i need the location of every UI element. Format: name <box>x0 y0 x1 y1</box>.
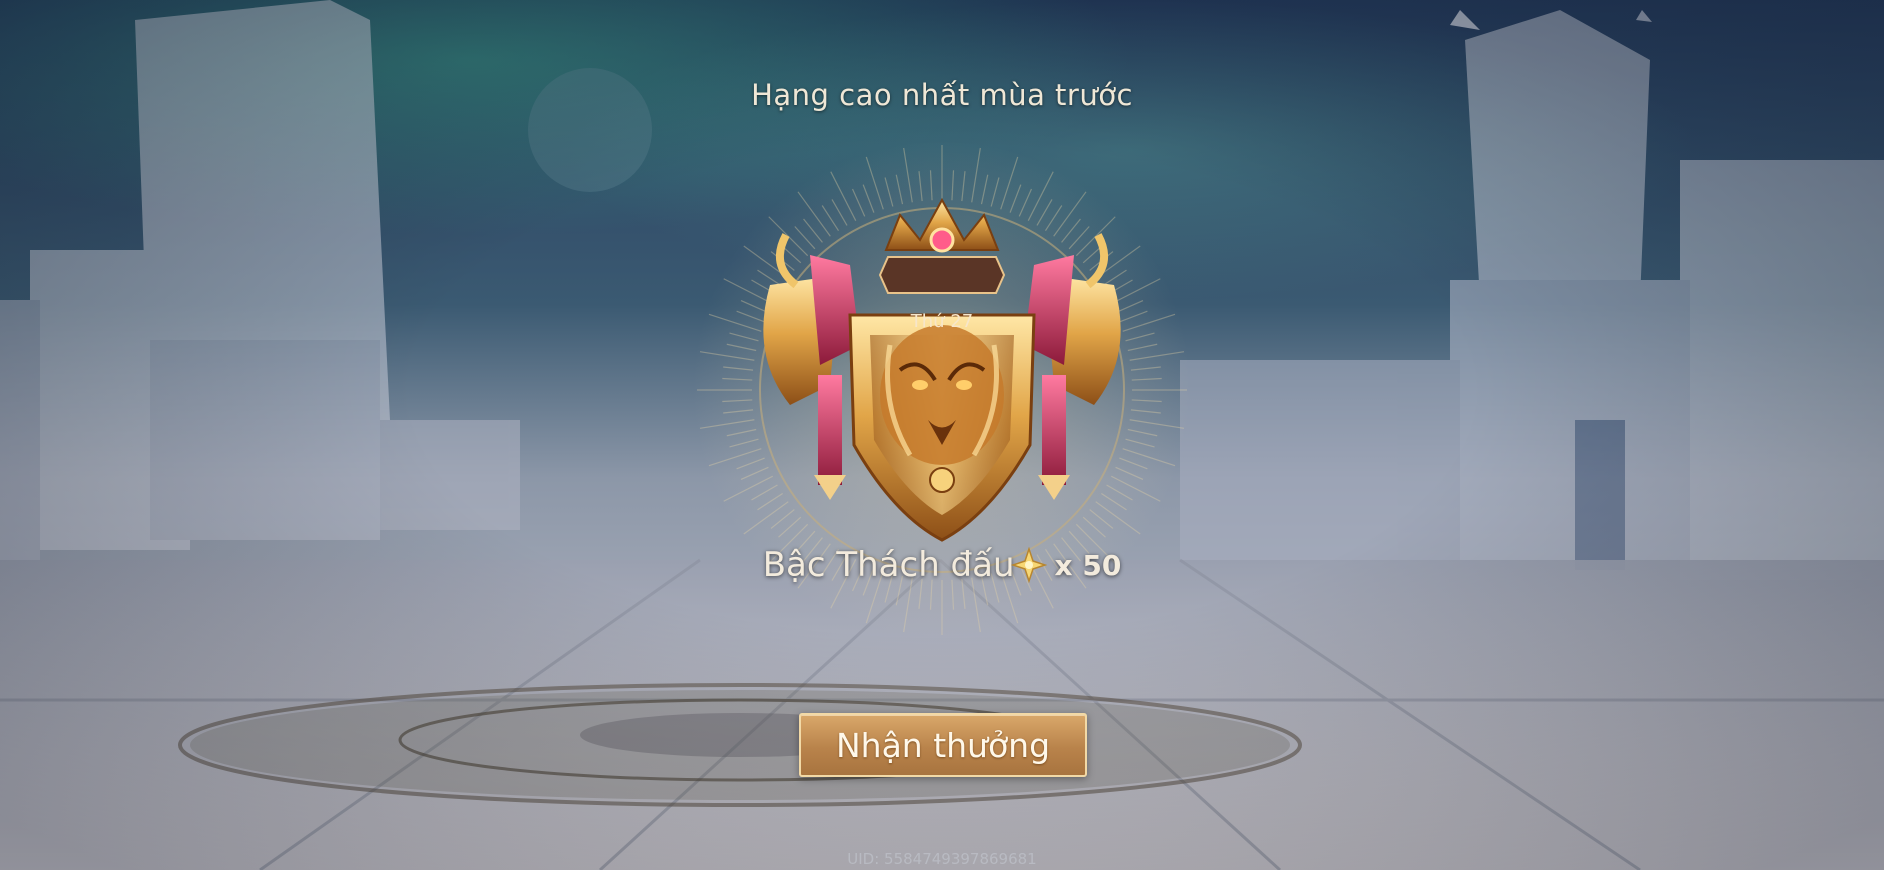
claim-reward-button[interactable]: Nhận thưởng <box>799 713 1087 777</box>
star-crystal-icon <box>1010 547 1047 583</box>
challenger-rank-emblem <box>763 197 1121 542</box>
rank-reward-row: Bậc Thách đấu x 50 <box>0 545 1884 585</box>
reward-count: x 50 <box>1054 548 1122 582</box>
player-uid: UID: 5584749397869681 <box>847 850 1037 868</box>
screen-title: Hạng cao nhất mùa trước <box>751 78 1133 112</box>
season-reward-screen: Hạng cao nhất mùa trước Thứ 27 Bậc Thách… <box>0 0 1884 870</box>
rank-name: Bậc Thách đấu <box>762 545 1015 585</box>
rank-position-badge: Thứ 27 <box>910 310 974 332</box>
